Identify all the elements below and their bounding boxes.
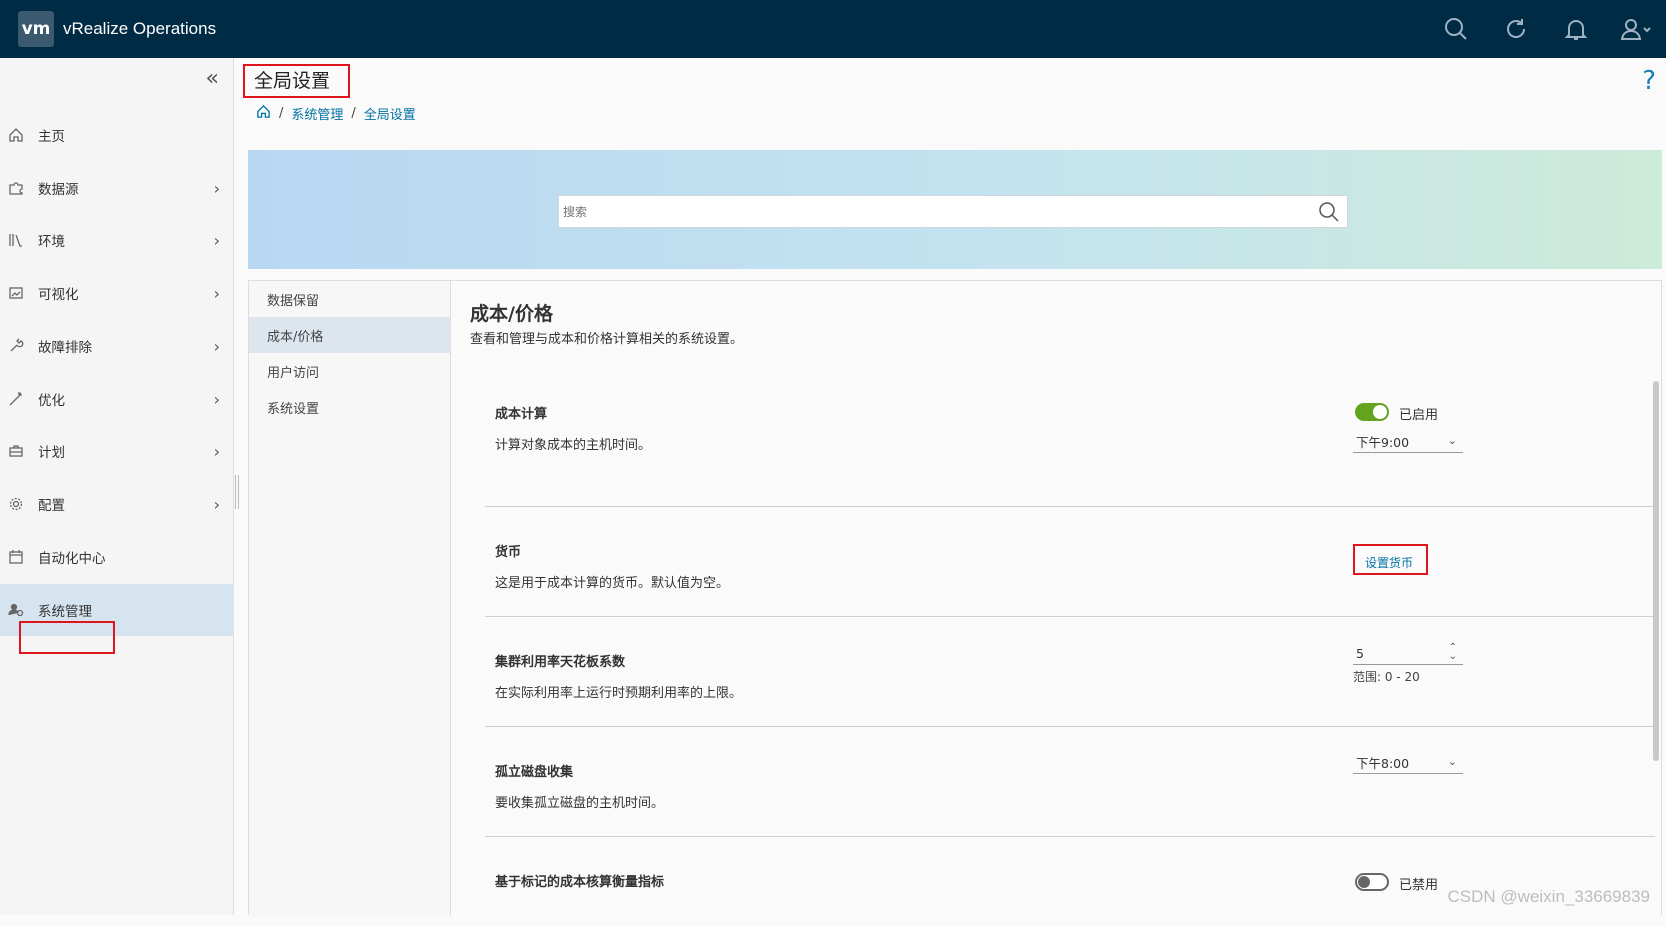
image-icon bbox=[0, 285, 38, 301]
settings-subnav: 数据保留 成本/价格 用户访问 系统设置 bbox=[249, 281, 451, 916]
sidebar-item-automation-central[interactable]: 自动化中心 bbox=[0, 531, 234, 583]
watermark: CSDN @weixin_33669839 bbox=[1448, 887, 1650, 907]
range-hint: 范围: 0 - 20 bbox=[1353, 668, 1420, 685]
top-toolbar bbox=[1426, 0, 1666, 58]
setting-row-cost-calculation: 成本计算 计算对象成本的主机时间。 已启用 下午9:00 ⌄ bbox=[485, 389, 1655, 507]
setting-row-cluster-utilization: 集群利用率天花板系数 在实际利用率上运行时预期利用率的上限。 5 ⌃⌄ 范围: … bbox=[485, 617, 1655, 727]
toggle-label: 已启用 bbox=[1399, 404, 1438, 423]
select-value: 下午9:00 bbox=[1356, 432, 1409, 451]
highlight-box-set-currency bbox=[1353, 544, 1428, 575]
select-value: 下午8:00 bbox=[1356, 753, 1409, 772]
subnav-data-retention[interactable]: 数据保留 bbox=[249, 281, 450, 317]
chevron-right-icon: › bbox=[214, 390, 220, 409]
sidebar-item-troubleshoot[interactable]: 故障排除 › bbox=[0, 320, 234, 372]
chevron-right-icon: › bbox=[214, 284, 220, 303]
subnav-cost-price[interactable]: 成本/价格 bbox=[249, 317, 450, 353]
orphan-disk-time-select[interactable]: 下午8:00 ⌄ bbox=[1353, 752, 1463, 774]
chevron-right-icon: › bbox=[214, 179, 220, 198]
setting-description: 这是用于成本计算的货币。默认值为空。 bbox=[495, 572, 729, 591]
sidebar-item-home[interactable]: 主页 bbox=[0, 109, 234, 161]
setting-title: 孤立磁盘收集 bbox=[495, 761, 573, 780]
sidebar-item-visualize[interactable]: 可视化 › bbox=[0, 267, 234, 319]
admin-icon bbox=[0, 602, 38, 618]
chevron-down-icon: ⌄ bbox=[1448, 755, 1457, 768]
sidebar-item-label: 系统管理 bbox=[38, 600, 92, 620]
cost-calculation-toggle[interactable] bbox=[1355, 403, 1389, 421]
setting-title: 集群利用率天花板系数 bbox=[495, 651, 625, 670]
setting-title: 成本计算 bbox=[495, 403, 547, 422]
toggle-label: 已禁用 bbox=[1399, 874, 1438, 893]
breadcrumb-global-settings[interactable]: 全局设置 bbox=[364, 104, 416, 123]
setting-row-currency: 货币 这是用于成本计算的货币。默认值为空。 设置货币 bbox=[485, 507, 1655, 617]
vm-logo[interactable]: vm bbox=[18, 11, 54, 47]
sidebar-item-label: 数据源 bbox=[38, 178, 79, 198]
app-title[interactable]: vRealize Operations bbox=[63, 19, 216, 39]
sidebar-item-label: 配置 bbox=[38, 494, 65, 514]
sidebar-item-label: 故障排除 bbox=[38, 336, 92, 356]
sidebar-item-environment[interactable]: 环境 › bbox=[0, 214, 234, 266]
cost-calculation-time-select[interactable]: 下午9:00 ⌄ bbox=[1353, 431, 1463, 453]
sidebar-item-configure[interactable]: 配置 › bbox=[0, 478, 234, 530]
highlight-box-administration bbox=[19, 621, 115, 654]
library-icon bbox=[0, 232, 38, 248]
search-icon[interactable] bbox=[1311, 201, 1347, 223]
collapse-sidebar-button[interactable]: « bbox=[206, 66, 219, 91]
chevron-down-icon: ⌄ bbox=[1448, 434, 1457, 447]
briefcase-icon bbox=[0, 443, 38, 459]
sidebar-item-plan[interactable]: 计划 › bbox=[0, 425, 234, 477]
stepper-arrows-icon[interactable]: ⌃⌄ bbox=[1449, 643, 1457, 661]
sidebar-item-label: 主页 bbox=[38, 125, 65, 145]
puzzle-icon bbox=[0, 180, 38, 196]
settings-content: 成本/价格 查看和管理与成本和价格计算相关的系统设置。 成本计算 计算对象成本的… bbox=[451, 281, 1661, 916]
sidebar-item-data-sources[interactable]: 数据源 › bbox=[0, 162, 234, 214]
subnav-system-settings[interactable]: 系统设置 bbox=[249, 389, 450, 425]
top-bar: vm vRealize Operations bbox=[0, 0, 1666, 58]
breadcrumb-separator: / bbox=[351, 106, 355, 121]
refresh-icon[interactable] bbox=[1486, 0, 1546, 58]
search-icon[interactable] bbox=[1426, 0, 1486, 58]
search-input[interactable] bbox=[563, 205, 1311, 219]
breadcrumb-administration[interactable]: 系统管理 bbox=[291, 104, 343, 123]
setting-title: 货币 bbox=[495, 541, 521, 560]
bell-icon[interactable] bbox=[1546, 0, 1606, 58]
chevron-right-icon: › bbox=[214, 231, 220, 250]
scrollbar[interactable] bbox=[1653, 381, 1659, 761]
cluster-ceiling-stepper[interactable]: 5 ⌃⌄ bbox=[1353, 643, 1463, 665]
setting-title: 基于标记的成本核算衡量指标 bbox=[495, 871, 664, 890]
wrench-icon bbox=[0, 338, 38, 354]
user-icon[interactable] bbox=[1606, 0, 1666, 58]
settings-panel: 数据保留 成本/价格 用户访问 系统设置 成本/价格 查看和管理与成本和价格计算… bbox=[248, 280, 1662, 915]
highlight-box-page-title bbox=[243, 64, 350, 98]
setting-row-orphan-disk: 孤立磁盘收集 要收集孤立磁盘的主机时间。 下午8:00 ⌄ bbox=[485, 727, 1655, 837]
section-title: 成本/价格 bbox=[470, 299, 553, 326]
help-icon[interactable]: ? bbox=[1642, 66, 1656, 96]
sidebar-item-label: 计划 bbox=[38, 441, 65, 461]
sidebar-item-label: 自动化中心 bbox=[38, 547, 106, 567]
sidebar-item-label: 环境 bbox=[38, 230, 65, 250]
stepper-value: 5 bbox=[1356, 646, 1364, 661]
chevron-right-icon: › bbox=[214, 337, 220, 356]
sidebar-item-optimize[interactable]: 优化 › bbox=[0, 373, 234, 425]
sidebar-item-label: 优化 bbox=[38, 389, 65, 409]
chevron-right-icon: › bbox=[214, 495, 220, 514]
wand-icon bbox=[0, 391, 38, 407]
tag-based-cost-toggle[interactable] bbox=[1355, 873, 1389, 891]
setting-description: 计算对象成本的主机时间。 bbox=[495, 434, 651, 453]
sidebar-item-label: 可视化 bbox=[38, 283, 79, 303]
breadcrumb: / 系统管理 / 全局设置 bbox=[256, 104, 416, 123]
section-description: 查看和管理与成本和价格计算相关的系统设置。 bbox=[470, 328, 743, 347]
breadcrumb-separator: / bbox=[279, 106, 283, 121]
subnav-user-access[interactable]: 用户访问 bbox=[249, 353, 450, 389]
setting-description: 要收集孤立磁盘的主机时间。 bbox=[495, 792, 664, 811]
calendar-icon bbox=[0, 549, 38, 565]
home-icon bbox=[0, 127, 38, 143]
search-box[interactable] bbox=[558, 195, 1348, 228]
chevron-right-icon: › bbox=[214, 442, 220, 461]
sidebar-resize-handle[interactable] bbox=[235, 475, 239, 509]
setting-row-tag-based-cost: 基于标记的成本核算衡量指标 已禁用 bbox=[485, 837, 1655, 927]
gear-icon bbox=[0, 496, 38, 512]
setting-description: 在实际利用率上运行时预期利用率的上限。 bbox=[495, 682, 742, 701]
home-icon[interactable] bbox=[256, 104, 271, 123]
sidebar: « 主页 数据源 › 环境 › 可视化 › 故障排除 › 优化 › 计划 › 配… bbox=[0, 58, 234, 915]
